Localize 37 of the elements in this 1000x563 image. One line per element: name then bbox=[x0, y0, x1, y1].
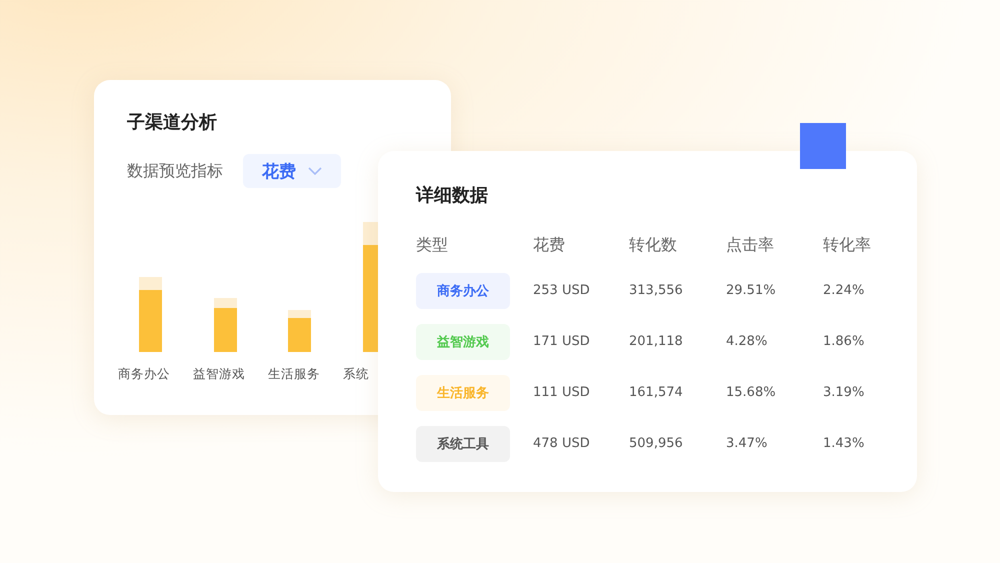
table-cell-text: 509,956 bbox=[629, 436, 684, 451]
square-decoration bbox=[800, 123, 846, 169]
category-label: 益智游戏 bbox=[193, 366, 246, 383]
category-label: 系统 bbox=[343, 366, 370, 383]
table-cell-text: 4.28% bbox=[726, 334, 768, 349]
table-cell-text: 1.86% bbox=[823, 334, 866, 349]
metric-dropdown[interactable]: 花费 bbox=[243, 154, 341, 188]
card-title: 子渠道分析 bbox=[127, 111, 218, 134]
table-cell-text: 3.47% bbox=[726, 436, 768, 451]
chevron-down-icon bbox=[308, 167, 322, 175]
column-header: 转化率 bbox=[823, 234, 872, 256]
card-title: 详细数据 bbox=[416, 184, 489, 207]
category-tag: 系统工具 bbox=[416, 426, 510, 462]
category-label: 商务办公 bbox=[118, 366, 171, 383]
category-tag: 商务办公 bbox=[416, 272, 510, 308]
category-label: 生活服务 bbox=[268, 366, 321, 383]
table-cell-text: 111 USD bbox=[533, 385, 591, 400]
metric-label: 数据预览指标 bbox=[127, 160, 223, 182]
column-header: 花费 bbox=[533, 234, 566, 256]
table-cell-text: 161,574 bbox=[629, 385, 684, 400]
chart-bar bbox=[288, 310, 311, 352]
chart-bar bbox=[214, 298, 237, 352]
table-cell-text: 201,118 bbox=[629, 334, 684, 349]
category-tag: 益智游戏 bbox=[416, 324, 510, 360]
category-tag: 生活服务 bbox=[416, 374, 510, 410]
table-cell-text: 171 USD bbox=[533, 334, 591, 349]
table-cell-text: 478 USD bbox=[533, 436, 591, 451]
column-header: 类型 bbox=[416, 234, 449, 256]
table-cell-text: 253 USD bbox=[533, 283, 591, 298]
column-header: 转化数 bbox=[629, 234, 678, 256]
table-cell-text: 29.51% bbox=[726, 283, 777, 298]
table-cell-text: 15.68% bbox=[726, 385, 777, 400]
table-cell-text: 2.24% bbox=[823, 283, 866, 298]
table-cell-text: 1.43% bbox=[823, 436, 866, 451]
table-cell-text: 3.19% bbox=[823, 385, 866, 400]
table-cell-text: 313,556 bbox=[629, 283, 684, 298]
column-header: 点击率 bbox=[726, 234, 775, 256]
